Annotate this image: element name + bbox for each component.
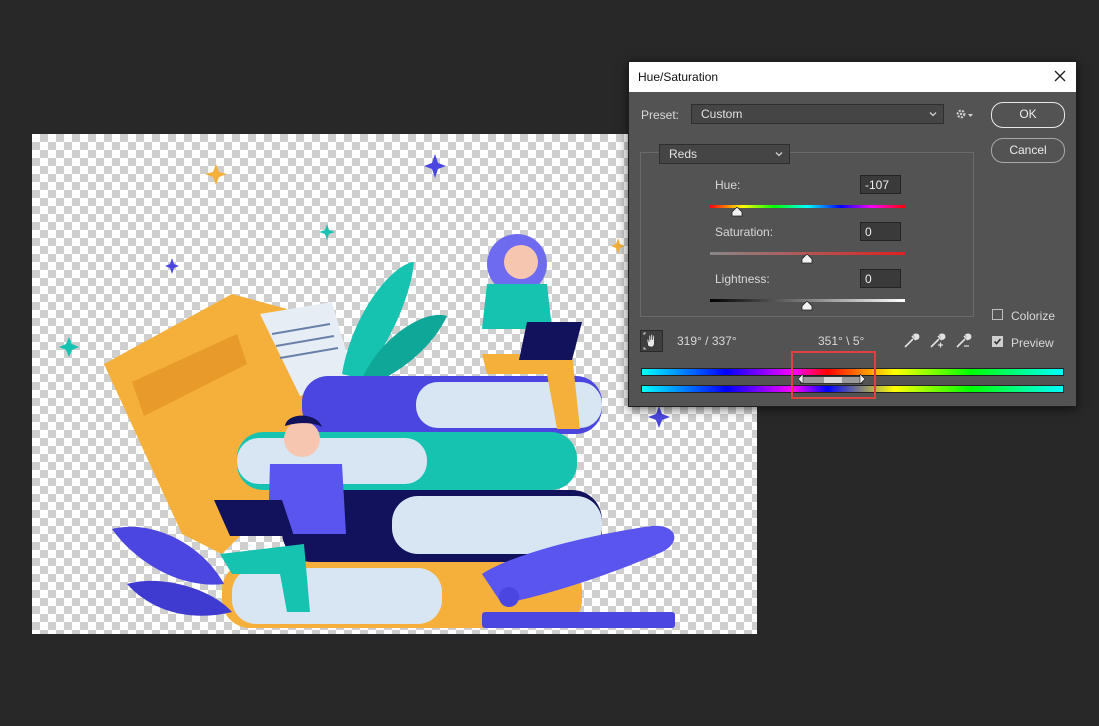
cancel-button[interactable]: Cancel [991, 138, 1065, 163]
preview-checkbox[interactable] [992, 336, 1003, 347]
gear-icon[interactable] [954, 107, 974, 121]
dialog-title: Hue/Saturation [638, 70, 719, 84]
saturation-slider-thumb[interactable] [801, 254, 813, 264]
preset-label: Preset: [641, 108, 680, 122]
eyedropper-plus-icon[interactable] [928, 332, 946, 350]
preview-label: Preview [1011, 336, 1054, 350]
checkmark-icon [993, 338, 1002, 345]
eyedropper-minus-icon[interactable] [954, 332, 972, 350]
hue-label: Hue: [715, 178, 741, 192]
plant-leaves [342, 262, 447, 384]
close-icon[interactable] [1052, 68, 1068, 84]
channel-dropdown[interactable]: Reds [659, 144, 790, 164]
channel-value: Reds [669, 147, 698, 161]
dialog-titlebar[interactable]: Hue/Saturation [629, 62, 1076, 92]
lightness-label: Lightness: [715, 272, 770, 286]
chevron-down-icon [775, 152, 783, 157]
saturation-label: Saturation: [715, 225, 774, 239]
adjustment-group [640, 152, 974, 317]
range-right-readout: 351° \ 5° [818, 334, 865, 348]
chevron-down-icon [929, 112, 937, 117]
targeted-adjustment-tool-button[interactable] [640, 330, 663, 352]
hue-input[interactable]: -107 [860, 175, 901, 194]
ok-button[interactable]: OK [991, 102, 1065, 128]
lightness-input[interactable]: 0 [860, 269, 901, 288]
eyedropper-icon[interactable] [902, 332, 920, 350]
preset-dropdown[interactable]: Custom [691, 104, 944, 124]
hue-slider-thumb[interactable] [731, 207, 743, 217]
saturation-input[interactable]: 0 [860, 222, 901, 241]
lightness-slider-thumb[interactable] [801, 301, 813, 311]
range-left-readout: 319° / 337° [677, 334, 737, 348]
preset-value: Custom [701, 107, 743, 121]
highlight-annotation-box [791, 351, 876, 399]
colorize-label: Colorize [1011, 309, 1056, 323]
colorize-checkbox[interactable] [992, 309, 1003, 320]
targeted-adjustment-hand-icon [643, 332, 655, 350]
